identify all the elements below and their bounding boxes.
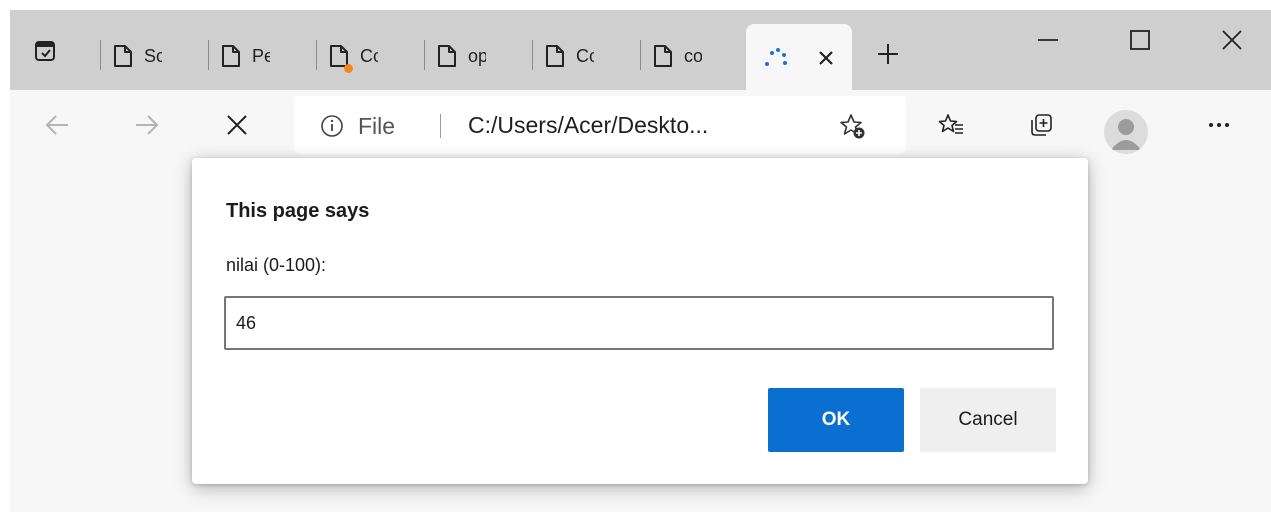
tab-separator bbox=[424, 40, 425, 70]
tab-label: ope bbox=[468, 46, 486, 66]
favorites-icon[interactable] bbox=[938, 112, 964, 138]
loading-spinner-icon bbox=[762, 46, 790, 70]
tab-1[interactable]: Scr bbox=[100, 26, 208, 90]
tab-separator bbox=[532, 40, 533, 70]
stop-loading-icon[interactable] bbox=[224, 112, 250, 138]
prompt-dialog: This page says nilai (0-100): OK Cancel bbox=[192, 158, 1088, 484]
tab-6[interactable]: cor bbox=[640, 26, 746, 90]
dialog-message: nilai (0-100): bbox=[226, 255, 327, 275]
tab-label: Cor bbox=[360, 46, 378, 66]
tab-active[interactable] bbox=[746, 24, 852, 90]
page-icon bbox=[112, 44, 134, 68]
url-text[interactable]: C:/Users/Acer/Deskto... bbox=[468, 112, 708, 139]
tab-separator bbox=[316, 40, 317, 70]
navigation-toolbar: File C:/Users/Acer/Deskto... bbox=[10, 90, 1271, 158]
tab-separator bbox=[640, 40, 641, 70]
tab-separator bbox=[208, 40, 209, 70]
profile-avatar[interactable] bbox=[1104, 110, 1148, 154]
address-bar[interactable]: File C:/Users/Acer/Deskto... bbox=[294, 96, 906, 154]
close-window-icon[interactable] bbox=[1220, 28, 1244, 52]
maximize-icon[interactable] bbox=[1128, 28, 1152, 52]
tab-2[interactable]: Per bbox=[208, 26, 316, 90]
tab-strip: Scr Per Cor ope bbox=[10, 10, 1271, 90]
close-tab-icon[interactable] bbox=[816, 48, 836, 68]
page-icon bbox=[436, 44, 458, 68]
tab-4[interactable]: ope bbox=[424, 26, 532, 90]
ok-button[interactable]: OK bbox=[768, 388, 904, 452]
tab-label: Cor bbox=[576, 46, 594, 66]
url-scheme-label: File bbox=[358, 113, 396, 139]
notification-dot-icon bbox=[344, 64, 353, 73]
address-divider bbox=[440, 114, 441, 138]
tab-separator bbox=[100, 40, 101, 70]
page-icon bbox=[220, 44, 242, 68]
browser-window: Scr Per Cor ope bbox=[10, 10, 1271, 512]
collections-icon[interactable] bbox=[1028, 112, 1054, 138]
more-options-icon[interactable] bbox=[1206, 112, 1232, 138]
page-icon bbox=[544, 44, 566, 68]
new-tab-icon[interactable] bbox=[876, 42, 900, 66]
tab-actions-icon[interactable] bbox=[34, 40, 56, 62]
tab-3[interactable]: Cor bbox=[316, 26, 424, 90]
tab-label: Scr bbox=[144, 46, 162, 66]
dialog-title: This page says bbox=[226, 200, 370, 222]
tab-5[interactable]: Cor bbox=[532, 26, 640, 90]
tab-label: Per bbox=[252, 46, 270, 66]
forward-arrow-icon[interactable] bbox=[134, 112, 160, 138]
page-icon bbox=[652, 44, 674, 68]
back-arrow-icon[interactable] bbox=[44, 112, 70, 138]
add-favorite-icon[interactable] bbox=[838, 112, 866, 140]
prompt-input[interactable] bbox=[224, 296, 1054, 350]
minimize-icon[interactable] bbox=[1036, 28, 1060, 52]
info-icon[interactable] bbox=[320, 114, 344, 138]
cancel-button[interactable]: Cancel bbox=[920, 388, 1056, 452]
tab-label: cor bbox=[684, 46, 702, 66]
